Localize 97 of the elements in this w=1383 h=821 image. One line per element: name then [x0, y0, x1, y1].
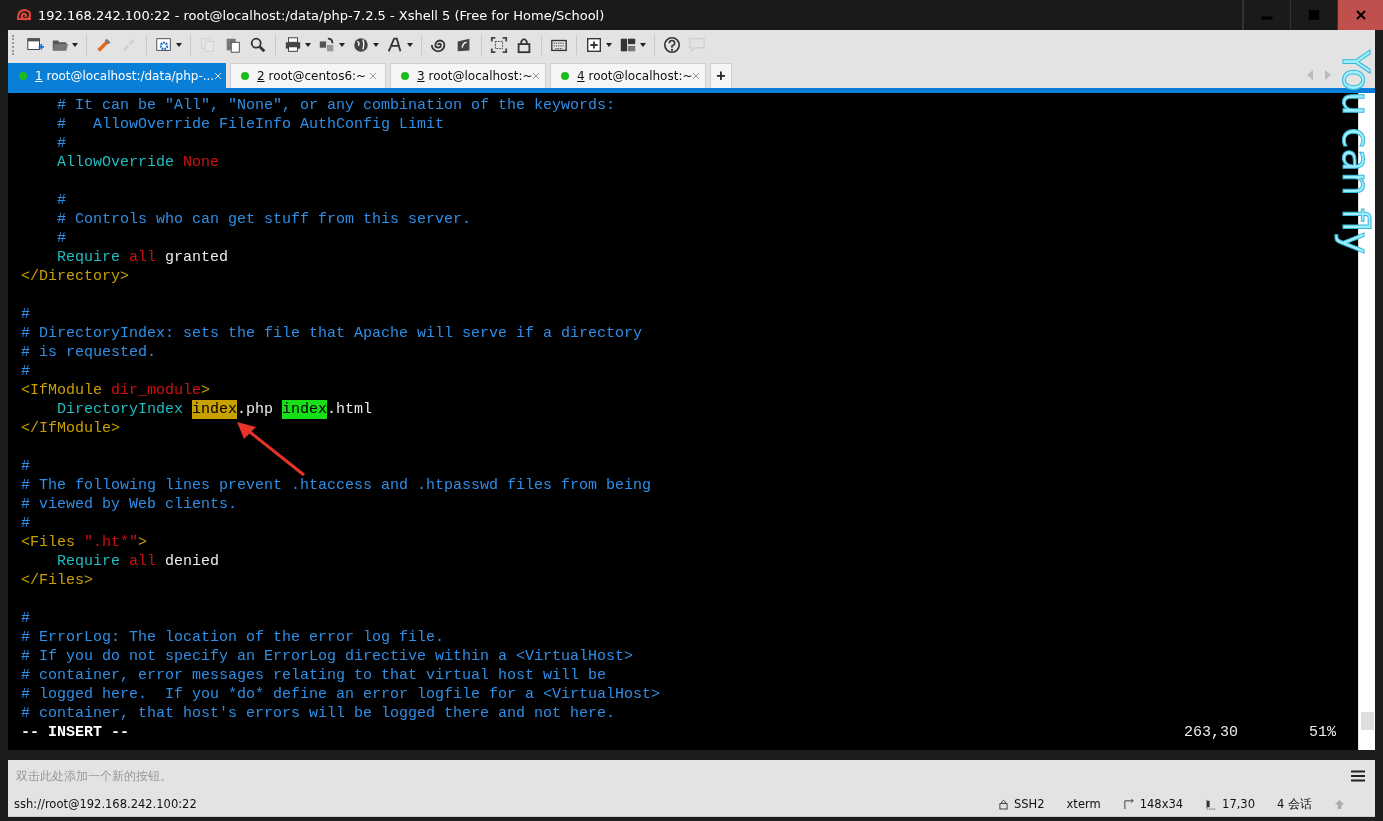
close-icon[interactable]: [369, 72, 377, 80]
caret-icon[interactable]: [339, 42, 345, 47]
code-text: denied: [164, 552, 220, 571]
status-dot-icon: [401, 72, 409, 80]
code-text: <Files: [21, 533, 76, 552]
mode-indicator: -- INSERT --: [21, 723, 130, 742]
code-text: .php: [237, 400, 275, 419]
code-text: #: [21, 609, 30, 628]
caret-icon[interactable]: [640, 42, 646, 47]
code-text: Require: [56, 552, 122, 571]
quick-bar-hint: 双击此处添加一个新的按钮。: [16, 767, 172, 785]
status-dot-icon: [19, 72, 27, 80]
code-text: # container, that host's errors will be logged there and not here.: [21, 704, 616, 723]
code-text: #: [21, 457, 30, 476]
lock-icon: [999, 798, 1008, 810]
code-text: #: [56, 191, 66, 210]
code-text: <IfModule: [21, 381, 103, 400]
fullscreen-icon[interactable]: [490, 35, 508, 54]
tab-label: 4 root@localhost:~: [577, 69, 693, 83]
code-text: #: [21, 362, 30, 381]
code-text: None: [183, 153, 220, 172]
shell-logo-icon: [16, 7, 32, 23]
settings-icon[interactable]: [155, 35, 173, 54]
code-text: ".ht*": [84, 533, 139, 552]
code-text: # DirectoryIndex: sets the file that Apache will serve if a directory: [21, 324, 643, 343]
close-icon[interactable]: [532, 72, 541, 80]
code-text: # AllowOverride FileInfo AuthConfig Limit: [56, 115, 445, 134]
menu-icon[interactable]: [1351, 770, 1365, 782]
code-text: #: [21, 305, 30, 324]
code-text: #: [21, 514, 30, 533]
search-highlight: index: [282, 400, 328, 419]
caret-icon[interactable]: [407, 42, 413, 47]
code-text: all: [129, 248, 157, 267]
close-button[interactable]: [1337, 0, 1383, 30]
caret-icon[interactable]: [606, 42, 612, 47]
help-icon[interactable]: [663, 35, 681, 54]
search-icon[interactable]: [249, 35, 267, 54]
code-text: #: [56, 229, 66, 248]
tab-label: 1 root@localhost:/data/php-...: [35, 69, 215, 83]
session-tab[interactable]: 1 root@localhost:/data/php-...: [8, 63, 226, 88]
code-text: # is requested.: [21, 343, 157, 362]
session-tab[interactable]: 3 root@localhost:~: [390, 63, 546, 88]
close-icon[interactable]: [692, 72, 701, 80]
tab-label: 3 root@localhost:~: [417, 69, 533, 83]
code-text: DirectoryIndex: [56, 400, 185, 419]
connection-address: ssh://root@192.168.242.100:22: [14, 797, 197, 811]
lock-icon[interactable]: [515, 35, 533, 54]
globe-icon[interactable]: [352, 35, 370, 54]
up-arrow-icon: [1334, 798, 1345, 810]
close-icon[interactable]: [1354, 9, 1367, 21]
status-dot-icon: [561, 72, 569, 80]
font-icon[interactable]: [386, 35, 404, 54]
terminal-type: xterm: [1066, 797, 1101, 811]
code-text: </Files>: [21, 571, 93, 590]
code-text: # It can be "All", "None", or any combination of the keywords:: [56, 96, 616, 115]
code-text: # Controls who can get stuff from this server.: [56, 210, 472, 229]
status-dot-icon: [241, 72, 249, 80]
code-text: # container, error messages relating to that virtual host will be: [21, 666, 607, 685]
code-text: granted: [164, 248, 229, 267]
code-text: # viewed by Web clients.: [21, 495, 238, 514]
arrow: [236, 421, 306, 477]
session-tab[interactable]: 4 root@localhost:~: [550, 63, 706, 88]
printer-icon[interactable]: [284, 35, 302, 54]
code-text: # If you do not specify an ErrorLog directive within a <VirtualHost>: [21, 647, 634, 666]
code-text: >: [138, 533, 148, 552]
cursor-icon: [1205, 798, 1217, 810]
file-percent: 51%: [1309, 723, 1336, 742]
code-text: #: [56, 134, 66, 153]
cursor-position: 17,30: [1222, 797, 1255, 811]
protocol-label: SSH2: [1014, 797, 1045, 811]
session-tab[interactable]: 2 root@centos6:~: [230, 63, 386, 88]
code-text: </Directory>: [21, 267, 130, 286]
caret-icon[interactable]: [305, 42, 311, 47]
tab-label: 2 root@centos6:~: [257, 69, 368, 83]
window-title: 192.168.242.100:22 - root@localhost:/data/php-7.2.5 - Xshell 5 (Free for Home/School): [38, 7, 605, 23]
caret-icon[interactable]: [373, 42, 379, 47]
caret-icon[interactable]: [176, 42, 182, 47]
code-text: # ErrorLog: The location of the error log file.: [21, 628, 445, 647]
code-text: .html: [327, 400, 373, 419]
code-text: all: [129, 552, 157, 571]
session-count: 4 会话: [1277, 796, 1312, 812]
cursor-position: 263,30: [1183, 723, 1238, 742]
code-text: Require: [56, 248, 122, 267]
resize-icon: [1122, 798, 1134, 810]
new-tab-icon[interactable]: [585, 35, 603, 54]
code-text: >: [201, 381, 211, 400]
code-text: # The following lines prevent .htaccess and .htpasswd files from being: [21, 476, 652, 495]
code-text: dir_module: [111, 381, 202, 400]
transfer-icon[interactable]: [318, 35, 336, 54]
terminal-size: 148x34: [1139, 797, 1184, 811]
code-text: AllowOverride: [56, 153, 176, 172]
search-highlight: index: [192, 400, 238, 419]
new-tab-button[interactable]: +: [710, 63, 732, 88]
code-text: # logged here. If you *do* define an error logfile for a <VirtualHost>: [21, 685, 661, 704]
caret-icon[interactable]: [72, 42, 78, 47]
code-text: </IfModule>: [21, 419, 121, 438]
overlay-text: You can fly: [1336, 50, 1376, 255]
